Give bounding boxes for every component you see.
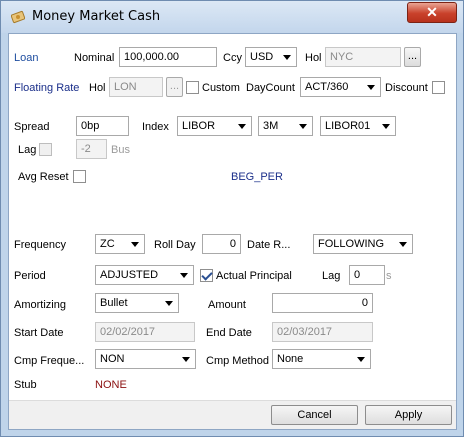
- reset-mode-value: BEG_PER: [231, 171, 283, 183]
- period-label: Period: [14, 270, 46, 282]
- period-lag-suffix: s: [386, 270, 392, 282]
- index-label: Index: [142, 121, 169, 133]
- chevron-down-icon: [238, 124, 246, 129]
- amount-label: Amount: [208, 299, 246, 311]
- end-date-label: End Date: [206, 327, 252, 339]
- apply-button[interactable]: Apply: [365, 405, 452, 425]
- start-date-label: Start Date: [14, 327, 64, 339]
- daycount-label: DayCount: [246, 82, 295, 94]
- lag-unit-label: Bus: [111, 144, 130, 156]
- date-roll-label: Date R...: [247, 239, 291, 251]
- spread-input[interactable]: 0bp: [76, 116, 129, 136]
- period-select[interactable]: ADJUSTED: [95, 265, 194, 285]
- actual-principal-label: Actual Principal: [216, 270, 292, 282]
- index-value: LIBOR: [182, 120, 216, 132]
- spread-label: Spread: [14, 121, 50, 133]
- lag-checkbox[interactable]: [39, 143, 52, 156]
- loan-section-label: Loan: [14, 52, 39, 64]
- chevron-down-icon: [131, 242, 139, 247]
- loan-hol-browse-button[interactable]: ...: [404, 47, 421, 67]
- index-select[interactable]: LIBOR: [177, 116, 252, 136]
- lag-days-input[interactable]: -2: [76, 139, 107, 159]
- floating-hol-label: Hol: [89, 82, 106, 94]
- start-date-input[interactable]: 02/02/2017: [95, 322, 195, 342]
- period-value: ADJUSTED: [100, 269, 159, 281]
- cmp-method-label: Cmp Method: [206, 355, 269, 367]
- floating-rate-section-label: Floating Rate: [14, 82, 80, 94]
- rate-source-select[interactable]: LIBOR01: [320, 116, 396, 136]
- period-lag-label: Lag: [322, 270, 341, 282]
- chevron-down-icon: [182, 357, 190, 362]
- date-roll-value: FOLLOWING: [318, 238, 385, 250]
- discount-checkbox[interactable]: [432, 81, 445, 94]
- floating-hol-browse-button[interactable]: ...: [166, 77, 183, 97]
- money-icon: [10, 10, 26, 24]
- dialog-window: Money Market Cash ✕ Loan Nominal 100,000…: [0, 0, 464, 437]
- close-button[interactable]: ✕: [407, 2, 457, 23]
- period-lag-input[interactable]: 0: [349, 265, 385, 285]
- cancel-button[interactable]: Cancel: [271, 405, 358, 425]
- floating-hol-input[interactable]: LON: [109, 77, 163, 97]
- frequency-select[interactable]: ZC: [95, 234, 145, 254]
- chevron-down-icon: [357, 357, 365, 362]
- daycount-value: ACT/360: [305, 81, 349, 93]
- lag-label: Lag: [18, 144, 37, 156]
- ccy-select[interactable]: USD: [245, 47, 297, 67]
- chevron-down-icon: [165, 301, 173, 306]
- ccy-label: Ccy: [223, 52, 242, 64]
- cmp-method-value: None: [277, 353, 304, 365]
- daycount-select[interactable]: ACT/360: [300, 77, 381, 97]
- discount-label: Discount: [385, 82, 428, 94]
- chevron-down-icon: [382, 124, 390, 129]
- tenor-value: 3M: [263, 120, 279, 132]
- tenor-select[interactable]: 3M: [258, 116, 313, 136]
- actual-principal-checkbox[interactable]: [200, 269, 213, 282]
- rate-source-value: LIBOR01: [325, 120, 371, 132]
- chevron-down-icon: [299, 124, 307, 129]
- button-bar: Cancel Apply: [9, 400, 456, 429]
- cmp-frequency-label: Cmp Freque...: [14, 355, 85, 367]
- chevron-down-icon: [399, 242, 407, 247]
- ccy-value: USD: [250, 51, 274, 63]
- nominal-input[interactable]: 100,000.00: [119, 47, 217, 67]
- amount-input[interactable]: 0: [272, 293, 373, 313]
- dialog-body: Loan Nominal 100,000.00 Ccy USD Hol NYC …: [8, 33, 457, 430]
- end-date-input[interactable]: 02/03/2017: [272, 322, 373, 342]
- loan-hol-input[interactable]: NYC: [325, 47, 401, 67]
- roll-day-input[interactable]: 0: [202, 234, 241, 254]
- cmp-method-select[interactable]: None: [272, 349, 371, 369]
- avg-reset-label: Avg Reset: [18, 171, 69, 183]
- window-title: Money Market Cash: [32, 9, 161, 24]
- custom-checkbox[interactable]: [186, 81, 199, 94]
- chevron-down-icon: [283, 55, 291, 60]
- stub-value: NONE: [95, 379, 127, 391]
- amortizing-value: Bullet: [100, 297, 128, 309]
- roll-day-label: Roll Day: [154, 239, 196, 251]
- cmp-frequency-value: NON: [100, 353, 125, 365]
- amortizing-label: Amortizing: [14, 299, 66, 311]
- frequency-label: Frequency: [14, 239, 66, 251]
- chevron-down-icon: [367, 85, 375, 90]
- custom-label: Custom: [202, 82, 240, 94]
- amortizing-select[interactable]: Bullet: [95, 293, 179, 313]
- chevron-down-icon: [180, 273, 188, 278]
- avg-reset-checkbox[interactable]: [73, 170, 86, 183]
- nominal-label: Nominal: [74, 52, 115, 64]
- cmp-frequency-select[interactable]: NON: [95, 349, 196, 369]
- close-icon: ✕: [426, 4, 438, 20]
- title-bar[interactable]: Money Market Cash ✕: [1, 1, 463, 33]
- date-roll-select[interactable]: FOLLOWING: [313, 234, 413, 254]
- stub-label: Stub: [14, 379, 37, 391]
- loan-hol-label: Hol: [305, 52, 322, 64]
- frequency-value: ZC: [100, 238, 115, 250]
